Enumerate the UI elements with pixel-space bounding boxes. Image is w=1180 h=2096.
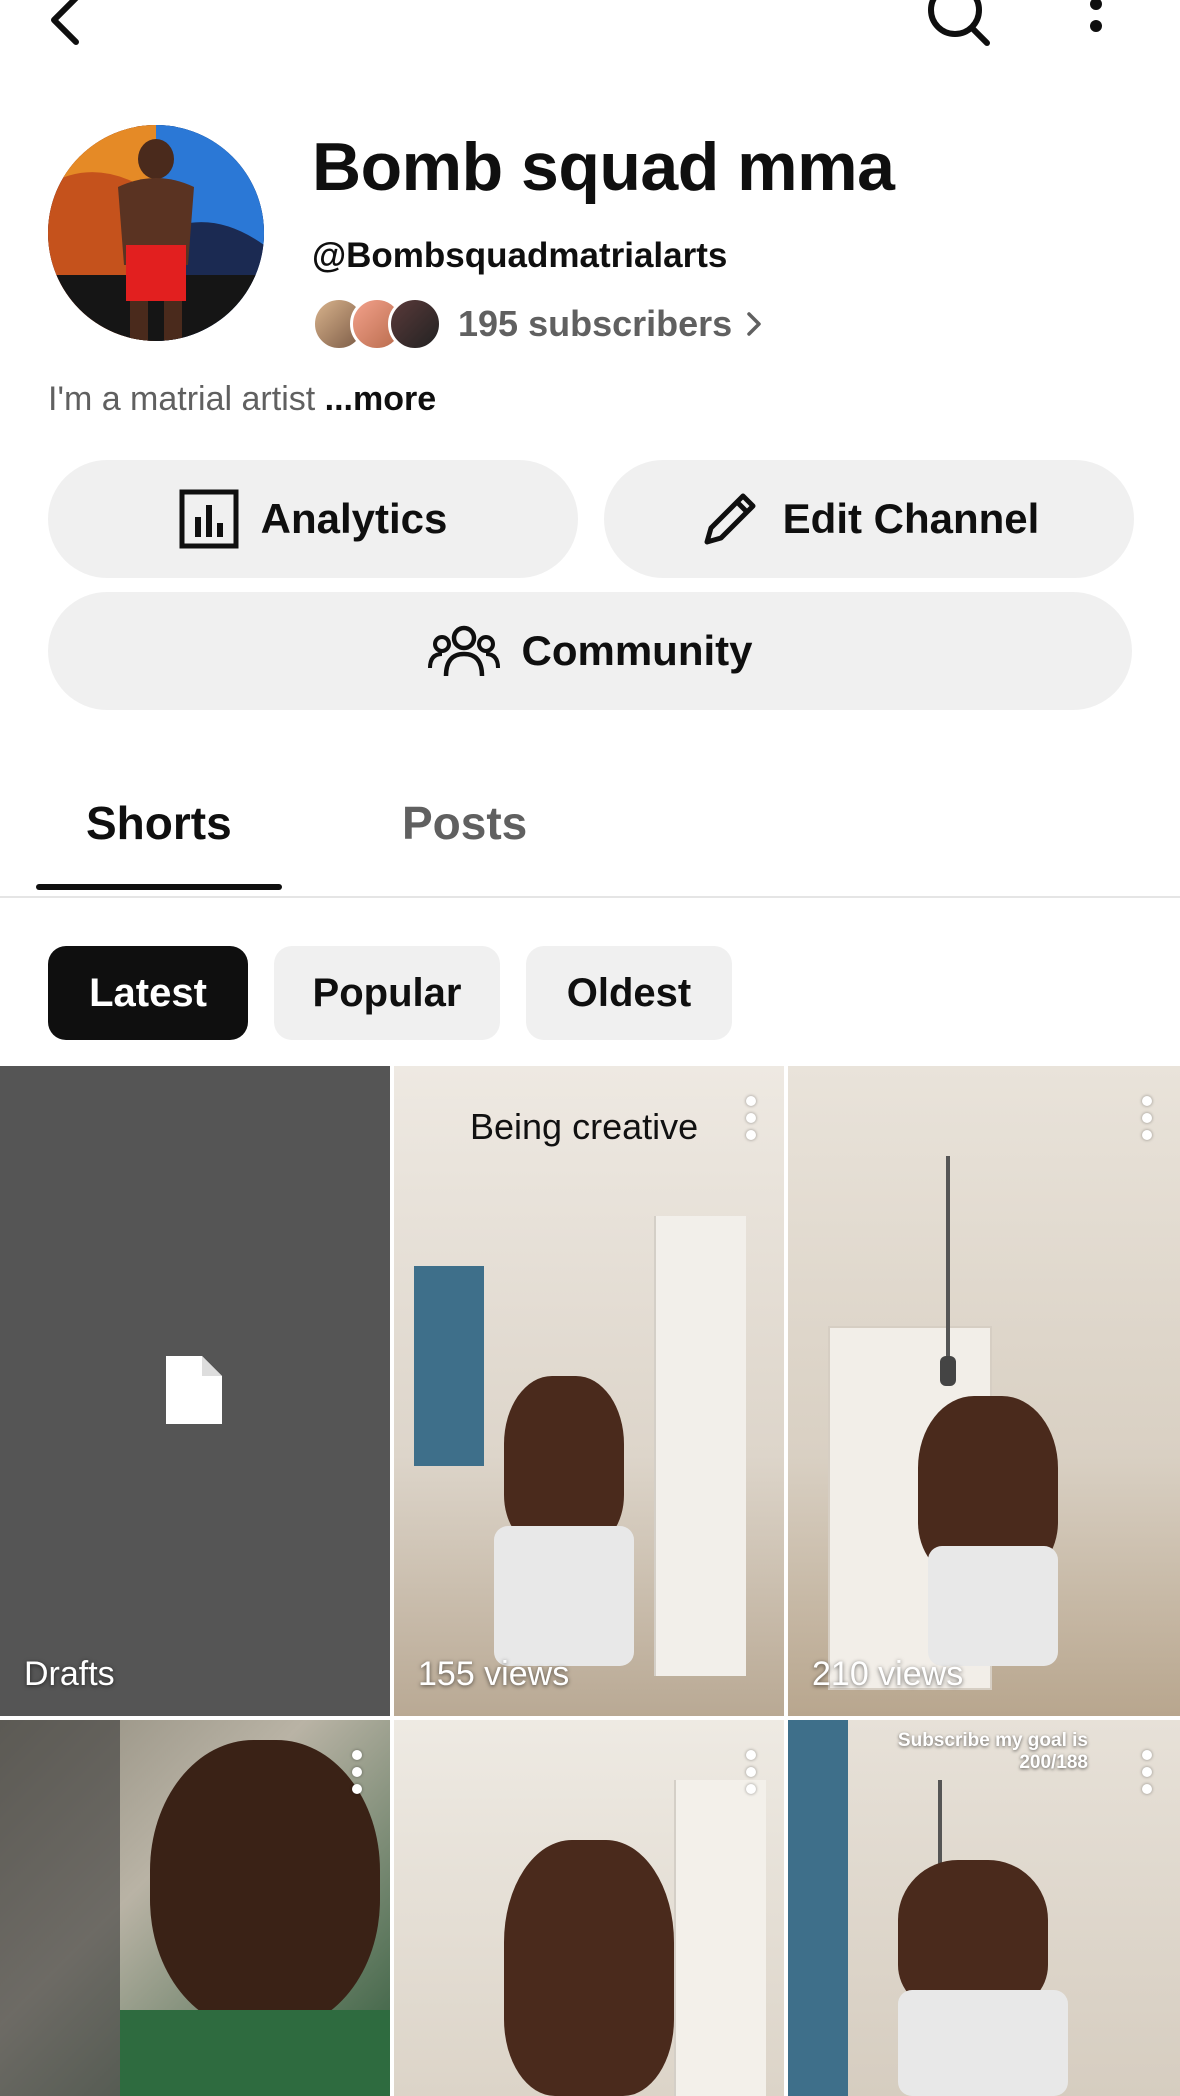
hanging-shirt — [414, 1266, 484, 1466]
short-thumbnail[interactable]: Being creative 155 views — [394, 1066, 784, 1716]
person-figure — [504, 1376, 624, 1546]
more-vert-icon[interactable] — [350, 1750, 364, 1794]
more-vert-icon[interactable] — [744, 1096, 758, 1140]
edit-channel-button[interactable]: Edit Channel — [604, 460, 1134, 578]
rope — [938, 1780, 942, 1870]
view-count: 210 views — [812, 1655, 964, 1693]
green-shirt — [120, 2010, 390, 2096]
person-figure — [504, 1840, 674, 2096]
short-thumbnail[interactable] — [394, 1720, 784, 2096]
search-icon[interactable] — [924, 0, 994, 48]
short-thumbnail[interactable]: 210 views — [788, 1066, 1180, 1716]
overlay-caption: Being creative — [470, 1106, 699, 1147]
view-count: 155 views — [418, 1655, 570, 1693]
filter-chip-popular[interactable]: Popular — [274, 946, 500, 1040]
more-vert-icon[interactable] — [1080, 0, 1112, 44]
filter-chip-latest[interactable]: Latest — [48, 946, 248, 1040]
community-button[interactable]: Community — [48, 592, 1132, 710]
subscriber-avatar — [388, 297, 442, 351]
channel-handle: @Bombsquadmatrialarts — [312, 236, 728, 275]
subscriber-count: 195 subscribers — [458, 303, 733, 344]
back-arrow-icon[interactable] — [36, 0, 96, 50]
bike-machine — [0, 1720, 120, 2096]
bio-more-link[interactable]: ...more — [325, 380, 436, 418]
community-label: Community — [521, 627, 753, 674]
shorts-clothing — [494, 1526, 634, 1666]
tab-bar: Shorts Posts — [0, 770, 1180, 898]
edit-channel-label: Edit Channel — [782, 495, 1040, 542]
chevron-right-icon — [746, 311, 762, 337]
drafts-label: Drafts — [24, 1655, 115, 1693]
bio-text: I'm a matrial artist — [48, 380, 316, 418]
active-tab-indicator — [36, 884, 282, 890]
shorts-clothing — [898, 1990, 1068, 2096]
rope — [946, 1156, 950, 1366]
tab-shorts[interactable]: Shorts — [86, 796, 232, 850]
tab-posts[interactable]: Posts — [402, 796, 527, 850]
face — [150, 1740, 380, 2030]
short-thumbnail[interactable]: Subscribe my goal is 200/188 — [788, 1720, 1180, 2096]
pencil-icon — [699, 488, 783, 550]
subscribers-row[interactable]: 195 subscribers — [312, 296, 762, 352]
person-figure — [898, 1860, 1048, 2010]
channel-avatar[interactable] — [48, 125, 264, 341]
door — [674, 1780, 766, 2096]
analytics-button[interactable]: Analytics — [48, 460, 578, 578]
people-icon — [427, 622, 522, 680]
channel-name: Bomb squad mma — [312, 129, 895, 205]
shorts-clothing — [928, 1546, 1058, 1666]
more-vert-icon[interactable] — [744, 1750, 758, 1794]
more-vert-icon[interactable] — [1140, 1750, 1154, 1794]
channel-bio[interactable]: I'm a matrial artist ...more — [48, 380, 436, 419]
top-bar — [0, 0, 1180, 70]
short-thumbnail[interactable] — [0, 1720, 390, 2096]
hanging-shirt — [788, 1720, 848, 2096]
more-vert-icon[interactable] — [1140, 1096, 1154, 1140]
analytics-icon — [179, 489, 261, 549]
analytics-label: Analytics — [260, 495, 448, 542]
drafts-tile[interactable]: Drafts — [0, 1066, 390, 1716]
door — [654, 1216, 746, 1676]
document-icon — [166, 1356, 222, 1429]
punching-ball — [940, 1356, 956, 1386]
overlay-caption: Subscribe my goal is 200/188 — [897, 1730, 1088, 1773]
filter-chip-oldest[interactable]: Oldest — [526, 946, 732, 1040]
